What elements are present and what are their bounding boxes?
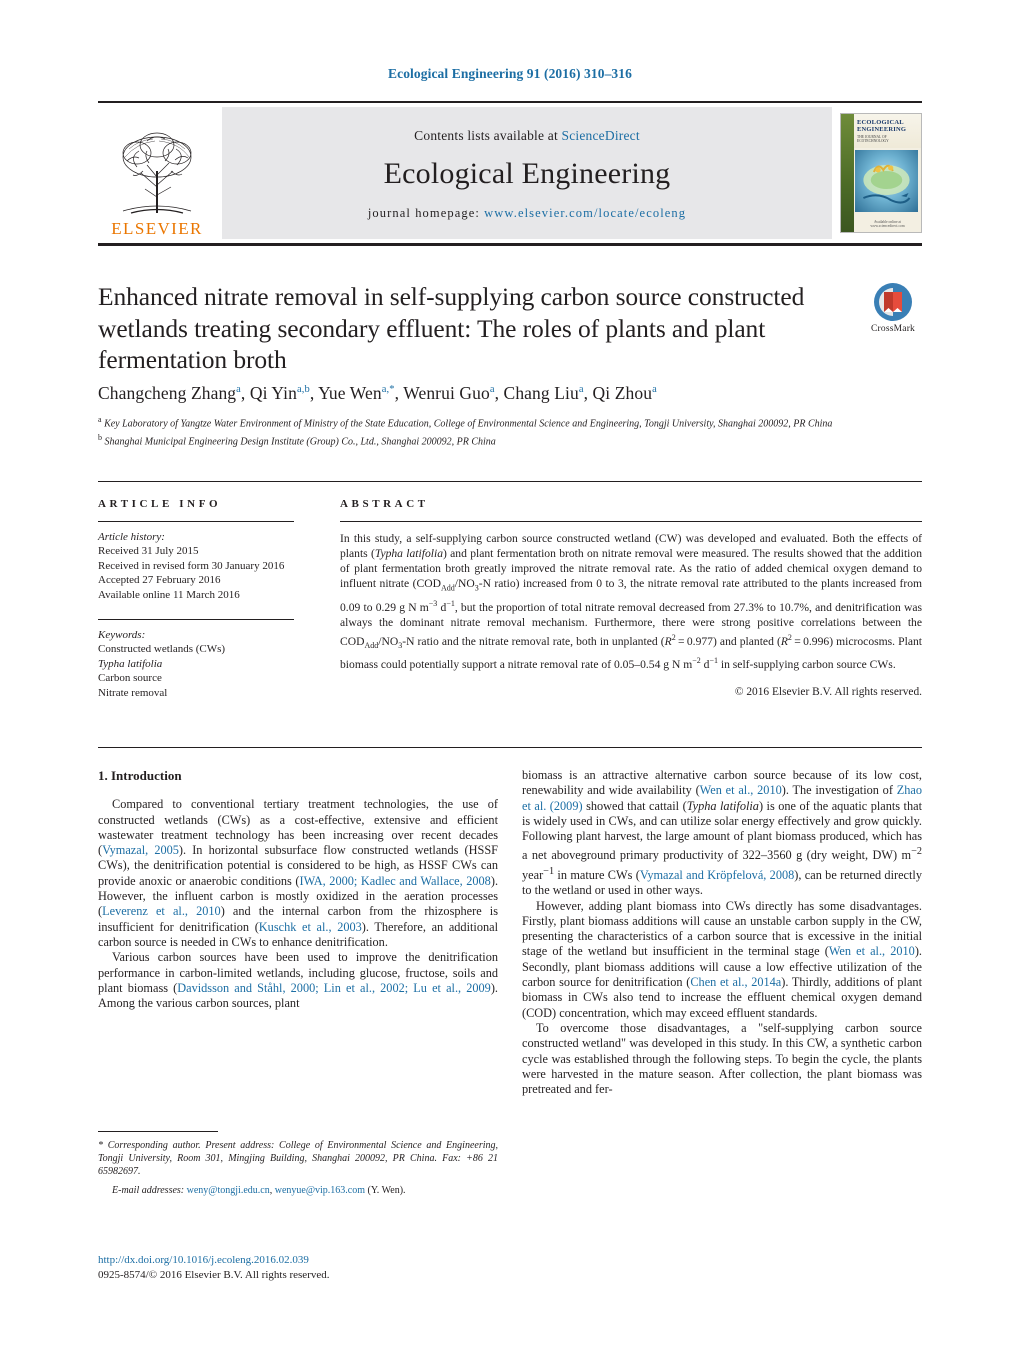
- affiliation-b: b Shanghai Municipal Engineering Design …: [98, 432, 496, 447]
- body-column-right: biomass is an attractive alternative car…: [522, 768, 922, 1097]
- homepage-prefix: journal homepage:: [367, 205, 485, 220]
- authors-inline: Changcheng Zhanga, Qi Yina,b, Yue Wena,*…: [98, 383, 657, 403]
- email-note: E-mail addresses: weny@tongji.edu.cn, we…: [112, 1185, 406, 1196]
- masthead-center-band: Contents lists available at ScienceDirec…: [222, 107, 832, 239]
- journal-article-page: Ecological Engineering 91 (2016) 310–316: [0, 0, 1020, 1351]
- email-addresses-label: E-mail addresses:: [112, 1185, 185, 1196]
- body-paragraph: Various carbon sources have been used to…: [98, 950, 498, 1011]
- keyword-item: Carbon source: [98, 672, 162, 685]
- doi-block: http://dx.doi.org/10.1016/j.ecoleng.2016…: [98, 1253, 518, 1282]
- sciencedirect-link[interactable]: ScienceDirect: [562, 128, 640, 143]
- journal-cover-thumbnail: ECOLOGICAL ENGINEERING THE JOURNAL OF EC…: [840, 113, 922, 233]
- body-paragraph: Compared to conventional tertiary treatm…: [98, 797, 499, 949]
- keywords-label: Keywords:: [98, 629, 146, 642]
- issn-copyright-line: 0925-8574/© 2016 Elsevier B.V. All right…: [98, 1268, 330, 1281]
- abstract-column: ABSTRACT In this study, a self-supplying…: [340, 498, 922, 698]
- affiliation-list: a Key Laboratory of Yangtze Water Enviro…: [98, 413, 888, 448]
- contents-prefix: Contents lists available at: [414, 127, 562, 143]
- abstract-text: In this study, a self-supplying carbon s…: [340, 532, 923, 671]
- body-paragraph: To overcome those disadvantages, a "self…: [522, 1020, 922, 1097]
- crossmark-badge[interactable]: CrossMark: [862, 282, 924, 334]
- keyword-item: Constructed wetlands (CWs): [98, 643, 226, 656]
- running-head: Ecological Engineering 91 (2016) 310–316: [388, 66, 632, 81]
- journal-masthead: ELSEVIER Contents lists available at Sci…: [98, 101, 922, 239]
- history-item: Received in revised form 30 January 2016: [98, 559, 285, 572]
- article-history-label: Article history:: [98, 531, 165, 543]
- author-list: Changcheng Zhanga, Qi Yina,b, Yue Wena,*…: [98, 383, 898, 404]
- cover-title: ECOLOGICAL ENGINEERING: [857, 119, 907, 134]
- contents-available-line: Contents lists available at ScienceDirec…: [414, 128, 640, 144]
- email-link-2[interactable]: wenyue@vip.163.com: [275, 1185, 365, 1196]
- masthead-bottom-rule: [98, 243, 922, 246]
- journal-title: Ecological Engineering: [383, 156, 671, 190]
- abstract-heading: ABSTRACT: [340, 498, 429, 510]
- title-block: Enhanced nitrate removal in self-supplyi…: [98, 281, 858, 376]
- journal-homepage-line: journal homepage: www.elsevier.com/locat…: [368, 206, 686, 221]
- article-info-column: ARTICLE INFO Article history: Received 3…: [98, 498, 330, 700]
- abstract-bottom-rule: [98, 747, 922, 748]
- body-paragraph: biomass is an attractive alternative car…: [522, 768, 922, 898]
- cover-subtitle: THE JOURNAL OF ECOTECHNOLOGY: [857, 135, 889, 144]
- article-info-heading: ARTICLE INFO: [98, 498, 222, 510]
- keyword-item: Typha latifolia: [98, 657, 163, 670]
- elsevier-logo: ELSEVIER: [98, 107, 216, 239]
- section-heading-introduction: 1. Introduction: [98, 768, 182, 783]
- history-item: Received 31 July 2015: [98, 545, 199, 558]
- body-column-left: 1. Introduction Compared to conventional…: [98, 768, 498, 1011]
- page-title: Enhanced nitrate removal in self-supplyi…: [98, 282, 805, 374]
- abstract-copyright: © 2016 Elsevier B.V. All rights reserved…: [734, 685, 922, 698]
- crossmark-label: CrossMark: [870, 324, 916, 334]
- history-item: Accepted 27 February 2016: [98, 574, 221, 587]
- keyword-list: Keywords: Constructed wetlands (CWs) Typ…: [98, 628, 330, 700]
- history-item: Available online 11 March 2016: [98, 588, 240, 601]
- article-history: Article history: Received 31 July 2015 R…: [98, 530, 330, 602]
- email-link-1[interactable]: weny@tongji.edu.cn: [187, 1185, 270, 1196]
- cover-illustration: [855, 150, 918, 212]
- crossmark-icon: [873, 282, 913, 322]
- elsevier-wordmark: ELSEVIER: [111, 219, 203, 238]
- journal-homepage-link[interactable]: www.elsevier.com/locate/ecoleng: [484, 206, 686, 220]
- title-bottom-rule: [98, 481, 922, 482]
- email-suffix: (Y. Wen).: [367, 1185, 406, 1196]
- doi-link[interactable]: http://dx.doi.org/10.1016/j.ecoleng.2016…: [98, 1253, 518, 1268]
- corresponding-author-note: * Corresponding author. Present address:…: [98, 1140, 498, 1177]
- footnote-block: * Corresponding author. Present address:…: [98, 1139, 498, 1197]
- affiliation-a: a Key Laboratory of Yangtze Water Enviro…: [98, 415, 833, 430]
- footnote-divider: [98, 1131, 218, 1132]
- cover-footer: Available online at www.sciencedirect.co…: [870, 219, 905, 229]
- body-paragraph: However, adding plant biomass into CWs d…: [522, 898, 923, 1020]
- keyword-item: Nitrate removal: [98, 686, 168, 699]
- elsevier-tree-icon: [122, 132, 192, 214]
